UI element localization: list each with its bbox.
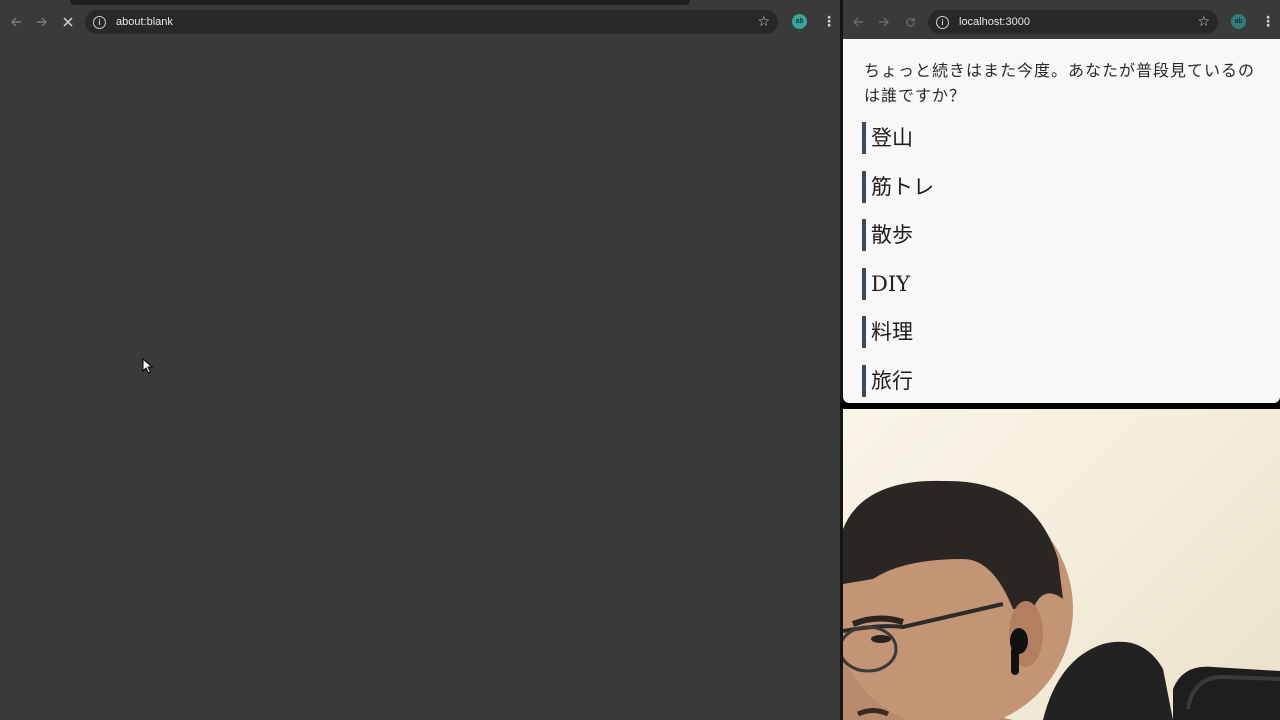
star-icon[interactable]: ☆ xyxy=(757,13,770,30)
kebab-menu-icon[interactable]: ⋮ xyxy=(822,14,836,28)
reload-icon[interactable] xyxy=(897,9,923,35)
star-icon[interactable]: ☆ xyxy=(1197,13,1210,30)
page-viewport: ちょっと続きはまた今度。あなたが普段見ているのは誰ですか？ 登山 筋トレ 散歩 … xyxy=(843,39,1280,403)
info-icon[interactable]: i xyxy=(936,15,949,29)
back-arrow-icon[interactable] xyxy=(845,9,871,35)
close-icon[interactable] xyxy=(55,9,81,35)
right-browser-window: i localhost:3000 ☆ ab ⋮ ちょっと続きはまた今度。あなたが… xyxy=(843,0,1280,403)
mouse-cursor-icon xyxy=(142,358,154,374)
topic-item[interactable]: DIY xyxy=(862,267,934,300)
back-arrow-icon[interactable] xyxy=(3,9,29,35)
kebab-menu-icon[interactable]: ⋮ xyxy=(1261,14,1275,28)
question-text: ちょっと続きはまた今度。あなたが普段見ているのは誰ですか？ xyxy=(864,61,1256,105)
topic-item[interactable]: 料理 xyxy=(862,316,934,348)
topic-item[interactable]: 旅行 xyxy=(862,364,934,397)
address-bar[interactable]: i about:blank ☆ xyxy=(85,10,778,34)
tab-strip[interactable] xyxy=(70,0,690,5)
address-bar[interactable]: i localhost:3000 ☆ xyxy=(928,10,1218,34)
webcam-feed xyxy=(843,409,1280,720)
address-bar-url[interactable]: localhost:3000 xyxy=(959,16,1030,28)
forward-arrow-icon[interactable] xyxy=(871,9,897,35)
info-icon[interactable]: i xyxy=(93,15,106,29)
left-browser-window: i about:blank ☆ ab ⋮ xyxy=(0,0,840,720)
address-bar-url[interactable]: about:blank xyxy=(116,16,173,28)
topic-item[interactable]: 登山 xyxy=(862,122,934,154)
profile-avatar[interactable]: ab xyxy=(792,14,807,29)
topic-item[interactable]: 筋トレ xyxy=(862,170,934,203)
profile-avatar[interactable]: ab xyxy=(1231,14,1246,29)
topic-list: 登山 筋トレ 散歩 DIY 料理 旅行 xyxy=(862,122,934,403)
webcam-person-image xyxy=(843,480,1280,720)
forward-arrow-icon[interactable] xyxy=(29,9,55,35)
topic-item[interactable]: 散歩 xyxy=(862,219,934,251)
